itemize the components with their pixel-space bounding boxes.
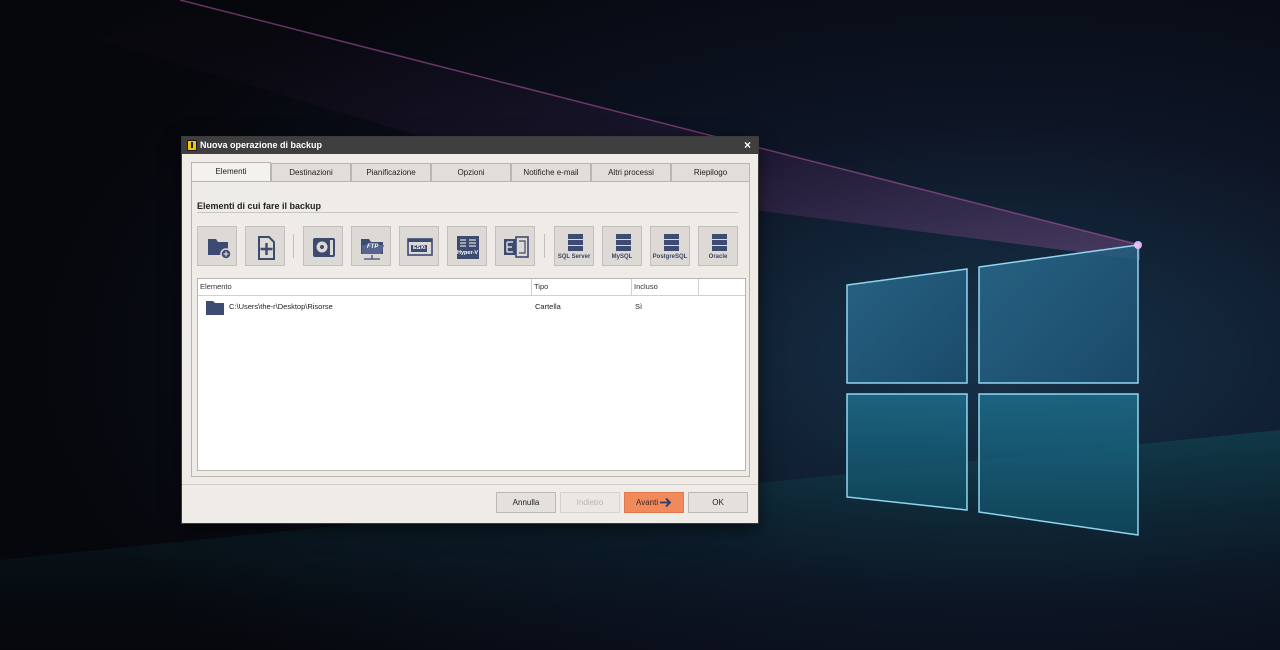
- tab-notifiche[interactable]: Notifiche e-mail: [511, 163, 591, 182]
- toolbar-separator: [544, 234, 545, 258]
- postgresql-button[interactable]: PostgreSQL: [650, 226, 690, 266]
- element-type: Cartella: [535, 302, 561, 311]
- disk-image-icon: [313, 238, 335, 257]
- column-header-elemento[interactable]: Elemento: [198, 279, 532, 295]
- hyper-v-button[interactable]: Hyper-V: [447, 226, 487, 266]
- column-header-incluso[interactable]: Incluso: [632, 279, 699, 295]
- close-icon[interactable]: ×: [744, 138, 751, 152]
- exchange-icon: [504, 236, 529, 258]
- hyper-v-label: Hyper-V: [457, 250, 479, 256]
- table-row[interactable]: C:\Users\the-r\Desktop\Risorse Cartella …: [198, 296, 745, 318]
- ftp-button[interactable]: FTP: [351, 226, 391, 266]
- element-path: C:\Users\the-r\Desktop\Risorse: [229, 302, 333, 311]
- section-title: Elementi di cui fare il backup: [197, 201, 322, 211]
- section-divider: [197, 212, 738, 213]
- backup-dialog: Nuova operazione di backup × Elementi De…: [182, 137, 758, 523]
- add-file-icon: [258, 236, 275, 260]
- tab-destinazioni[interactable]: Destinazioni: [271, 163, 351, 182]
- toolbar-separator: [293, 234, 294, 258]
- add-file-button[interactable]: [245, 226, 285, 266]
- ok-button[interactable]: OK: [688, 492, 748, 513]
- tab-elementi[interactable]: Elementi: [191, 162, 271, 183]
- tab-altri-processi[interactable]: Altri processi: [591, 163, 671, 182]
- mysql-button[interactable]: MySQL: [602, 226, 642, 266]
- database-icon: [712, 234, 727, 251]
- element-included: Sì: [635, 302, 643, 311]
- cancel-button[interactable]: Annulla: [496, 492, 556, 513]
- add-folder-icon: [208, 239, 232, 260]
- esxi-label: ESXi: [413, 245, 426, 251]
- next-label: Avanti: [636, 498, 659, 507]
- table-header: Elemento Tipo Incluso: [198, 279, 745, 296]
- oracle-label: Oracle: [708, 254, 728, 260]
- next-button[interactable]: Avanti: [624, 492, 684, 513]
- tab-opzioni[interactable]: Opzioni: [431, 163, 511, 182]
- database-icon: [616, 234, 631, 251]
- postgresql-label: PostgreSQL: [652, 254, 688, 260]
- oracle-button[interactable]: Oracle: [698, 226, 738, 266]
- esxi-button[interactable]: ESXi: [399, 226, 439, 266]
- window-title: Nuova operazione di backup: [200, 140, 323, 150]
- mysql-label: MySQL: [611, 254, 633, 260]
- title-bar[interactable]: Nuova operazione di backup ×: [182, 137, 758, 154]
- folder-icon: [206, 301, 224, 315]
- backup-items-table[interactable]: Elemento Tipo Incluso C:\Users\the-r\Des…: [197, 278, 746, 471]
- app-logo-icon: [187, 140, 197, 151]
- arrow-right-icon: [660, 497, 672, 508]
- elements-panel: Elementi di cui fare il backup FTP ESXi …: [191, 181, 750, 477]
- ftp-label: FTP: [367, 244, 379, 250]
- back-button[interactable]: Indietro: [560, 492, 620, 513]
- exchange-button[interactable]: [495, 226, 535, 266]
- database-icon: [568, 234, 583, 251]
- footer-divider: [182, 484, 758, 485]
- database-icon: [664, 234, 679, 251]
- tab-riepilogo[interactable]: Riepilogo: [671, 163, 750, 182]
- sql-server-label: SQL Server: [557, 254, 591, 260]
- column-header-tipo[interactable]: Tipo: [532, 279, 632, 295]
- disk-image-button[interactable]: [303, 226, 343, 266]
- add-folder-button[interactable]: [197, 226, 237, 266]
- hyper-v-icon: [457, 236, 479, 259]
- sql-server-button[interactable]: SQL Server: [554, 226, 594, 266]
- tab-pianificazione[interactable]: Pianificazione: [351, 163, 431, 182]
